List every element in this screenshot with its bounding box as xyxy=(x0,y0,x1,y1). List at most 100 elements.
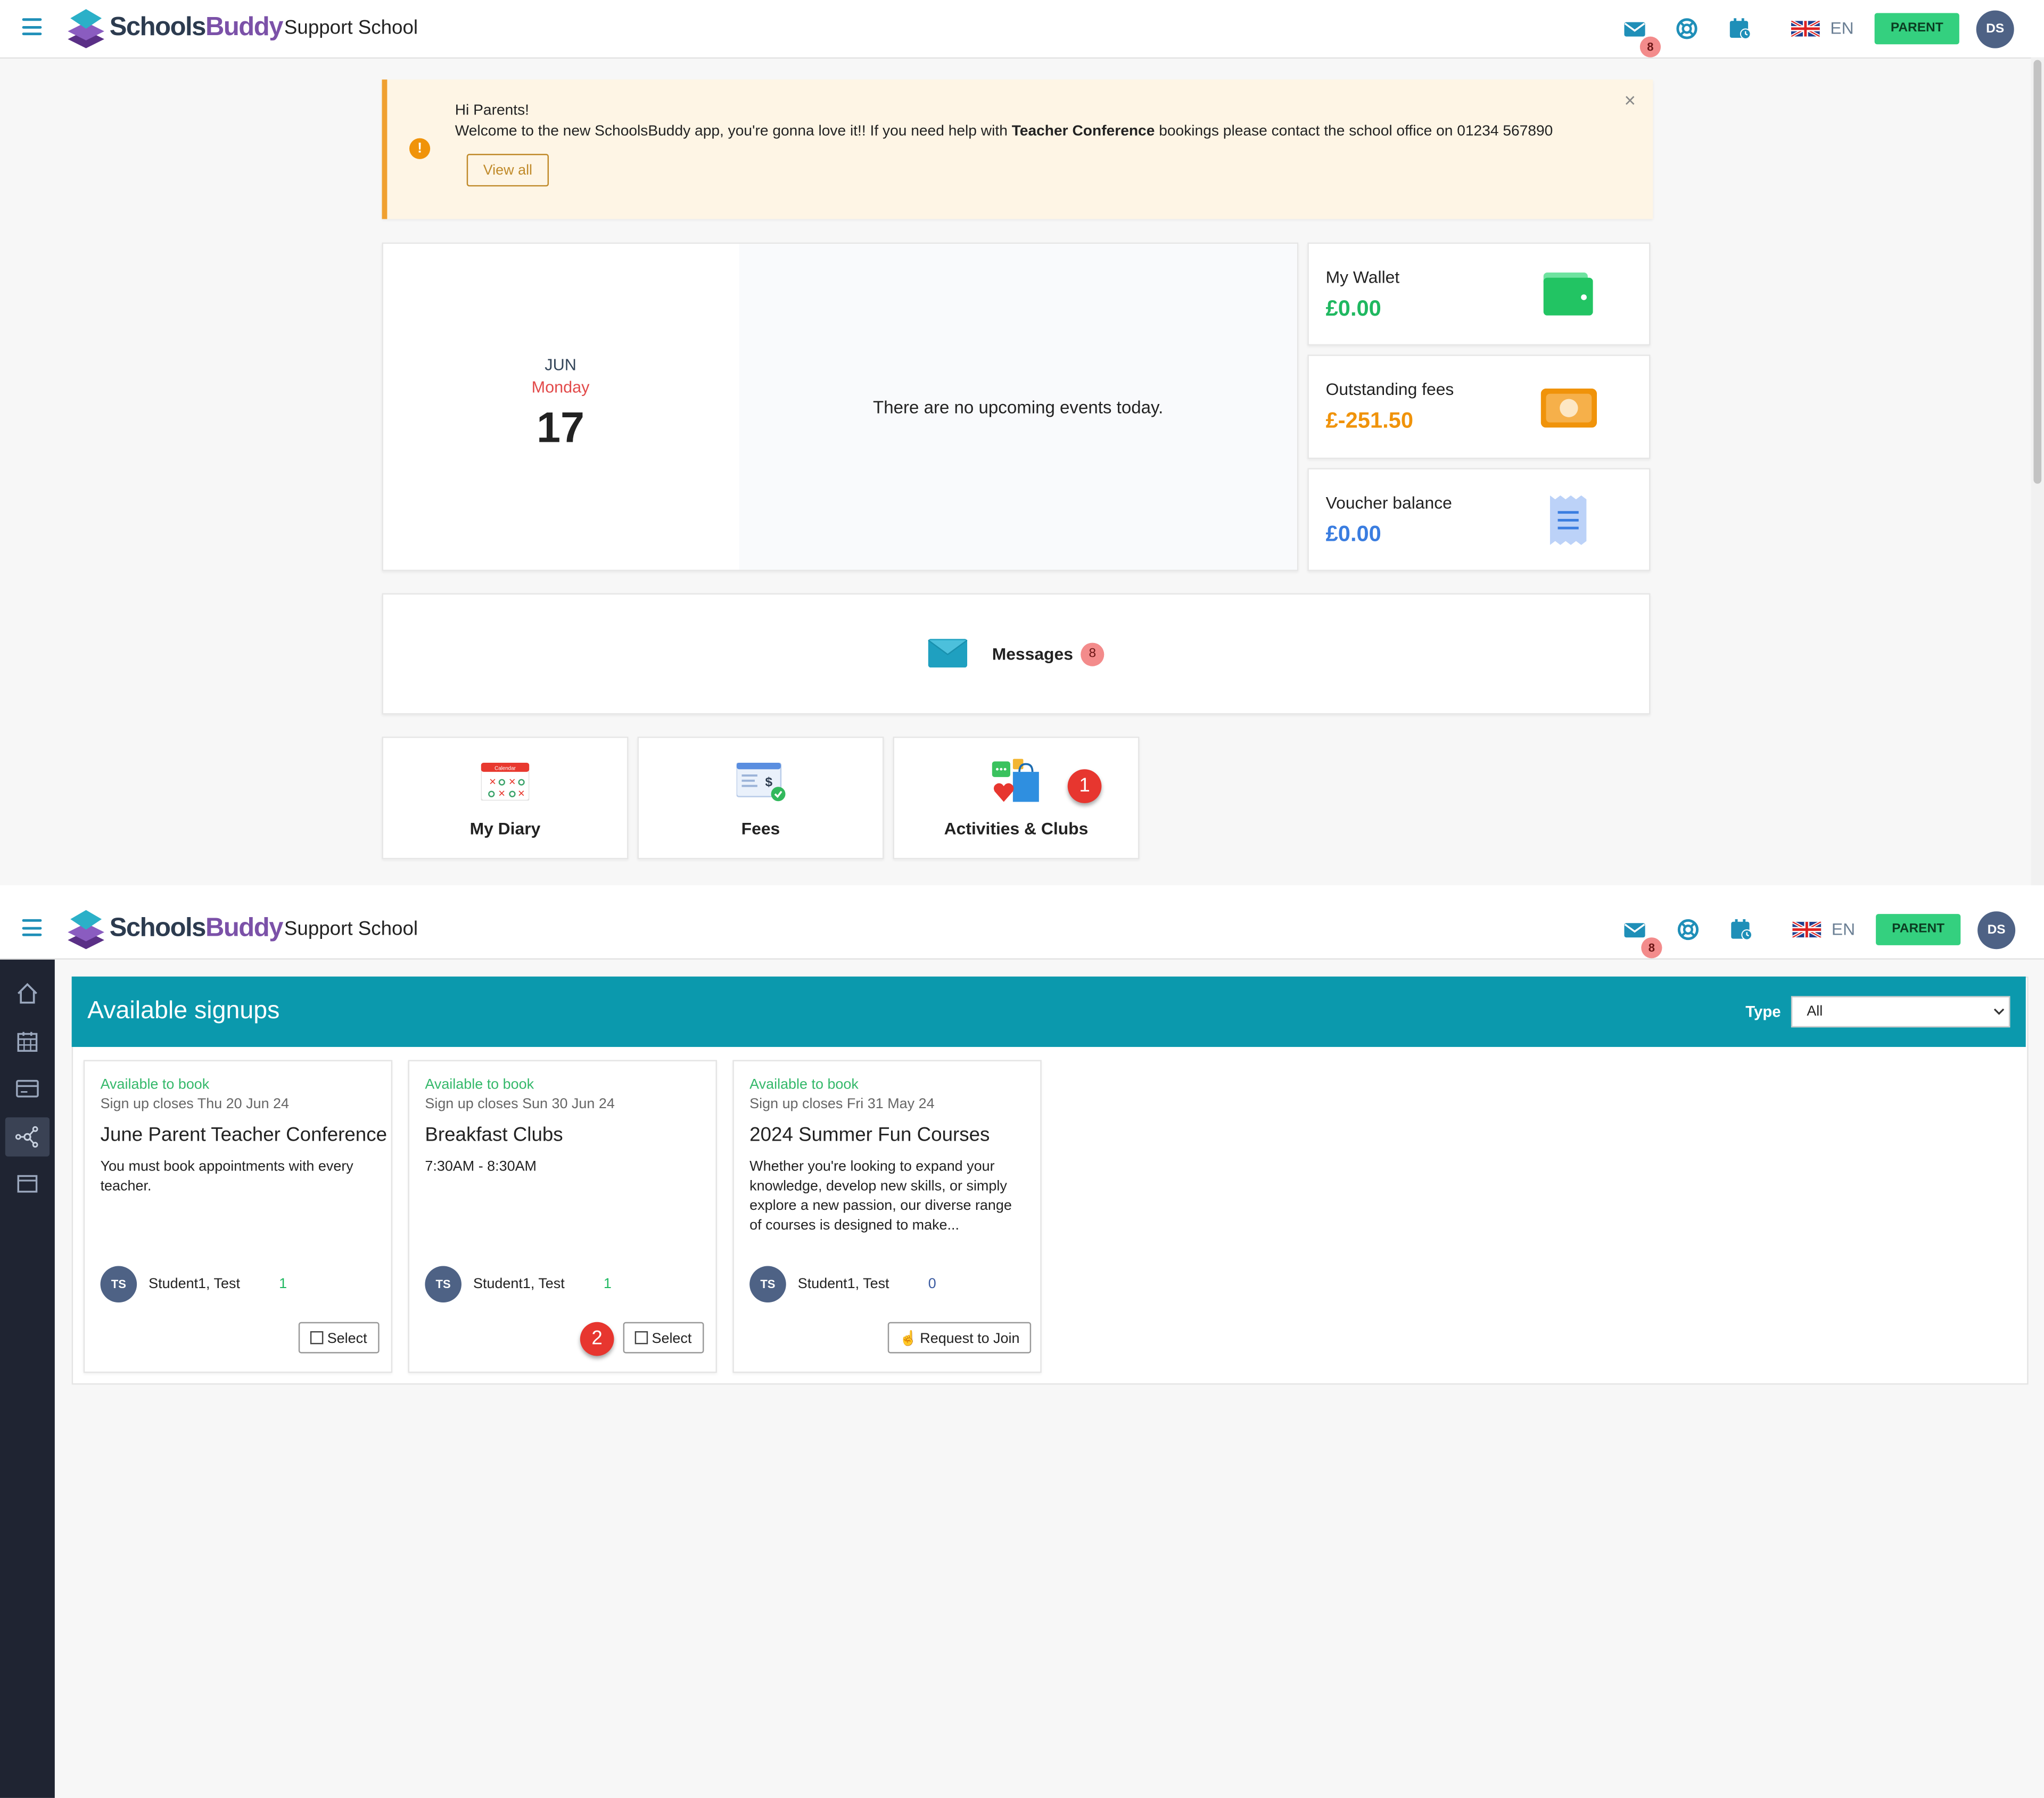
wallet-icon xyxy=(1543,272,1593,316)
user-avatar[interactable]: DS xyxy=(1977,911,2016,950)
envelope-icon[interactable] xyxy=(1623,918,1646,941)
date-day: 17 xyxy=(537,402,585,451)
signup-card[interactable]: Available to book Sign up closes Sun 30 … xyxy=(408,1060,717,1373)
messages-badge: 8 xyxy=(1639,36,1661,57)
notice-banner: ! Hi Parents! Welcome to the new Schools… xyxy=(382,79,1653,219)
student-avatar: TS xyxy=(425,1266,461,1303)
signup-description: You must book appointments with every te… xyxy=(100,1159,353,1194)
close-icon[interactable]: × xyxy=(1624,90,1635,112)
menu-icon[interactable] xyxy=(22,18,42,36)
date-panel: JUN Monday 17 xyxy=(383,244,738,570)
menu-icon[interactable] xyxy=(22,919,42,936)
student-count: 0 xyxy=(928,1276,936,1292)
student-avatar: TS xyxy=(749,1266,786,1303)
type-filter-select[interactable]: All xyxy=(1791,996,2010,1028)
lifebuoy-icon[interactable] xyxy=(1675,17,1699,40)
student-name: Student1, Test xyxy=(473,1276,565,1292)
invoice-icon: $ xyxy=(736,762,786,802)
signup-description: 7:30AM - 8:30AM xyxy=(425,1159,537,1175)
language-label[interactable]: EN xyxy=(1830,18,1853,38)
signup-title: June Parent Teacher Conference xyxy=(100,1124,388,1147)
student-avatar: TS xyxy=(100,1266,137,1303)
voucher-label: Voucher balance xyxy=(1325,492,1452,513)
signup-status: Available to book xyxy=(749,1077,859,1093)
date-weekday: Monday xyxy=(531,378,590,397)
voucher-value: £0.00 xyxy=(1325,521,1381,547)
student-count: 1 xyxy=(603,1276,612,1292)
uk-flag-icon[interactable] xyxy=(1791,21,1820,37)
step-marker-2: 2 xyxy=(580,1322,614,1356)
messages-badge: 8 xyxy=(1641,937,1662,959)
scrollbar-thumb[interactable] xyxy=(2033,60,2042,484)
student-name: Student1, Test xyxy=(797,1276,889,1292)
window-icon[interactable] xyxy=(14,1171,40,1197)
chevron-down-icon xyxy=(1993,1008,2005,1015)
activities-clubs-label: Activities & Clubs xyxy=(944,819,1089,839)
receipt-icon xyxy=(1550,495,1587,545)
messages-card[interactable]: Messages 8 xyxy=(382,593,1651,715)
notice-message: Welcome to the new SchoolsBuddy app, you… xyxy=(455,123,1553,140)
brand-name[interactable]: SchoolsBuddy xyxy=(110,914,284,944)
home-icon[interactable] xyxy=(14,980,40,1007)
parent-role-button[interactable]: PARENT xyxy=(1874,13,1959,45)
select-button[interactable]: Select xyxy=(298,1322,379,1354)
page-title: Available signups xyxy=(87,997,280,1025)
signup-status: Available to book xyxy=(100,1077,210,1093)
bottom-header: SchoolsBuddy Support School 8 EN PARENT … xyxy=(0,901,2044,960)
banknote-icon xyxy=(1540,388,1597,428)
brand-name[interactable]: SchoolsBuddy xyxy=(110,13,284,43)
hand-pointer-icon: ☝ xyxy=(899,1331,918,1347)
signup-status: Available to book xyxy=(425,1077,534,1093)
no-events-text: There are no upcoming events today. xyxy=(873,398,1164,417)
signup-closes: Sign up closes Thu 20 Jun 24 xyxy=(100,1096,290,1112)
step-marker-1: 1 xyxy=(1067,769,1102,803)
signup-card[interactable]: Available to book Sign up closes Fri 31 … xyxy=(732,1060,1042,1373)
envelope-icon xyxy=(928,639,968,668)
card-icon[interactable] xyxy=(14,1076,40,1102)
select-button[interactable]: Select xyxy=(623,1322,704,1354)
svg-text:$: $ xyxy=(765,775,773,789)
svg-text:✕: ✕ xyxy=(489,777,496,787)
signup-title: Breakfast Clubs xyxy=(425,1124,563,1147)
network-icon[interactable] xyxy=(14,1124,40,1150)
my-diary-tile[interactable]: Calendar ✕ ✕ ✕ ✕ My Diary xyxy=(382,736,629,860)
signup-description: Whether you're looking to expand your kn… xyxy=(749,1159,1012,1234)
schoolsbuddy-logo-icon xyxy=(68,9,104,48)
svg-text:✕: ✕ xyxy=(508,777,516,787)
activities-clubs-tile[interactable]: Activities & Clubs 1 xyxy=(893,736,1140,860)
signup-card[interactable]: Available to book Sign up closes Thu 20 … xyxy=(83,1060,393,1373)
lifebuoy-icon[interactable] xyxy=(1676,918,1700,941)
messages-count-badge: 8 xyxy=(1081,642,1105,666)
fees-tile[interactable]: $ Fees xyxy=(637,736,884,860)
calendar-icon: Calendar ✕ ✕ ✕ ✕ xyxy=(481,762,530,801)
voucher-card[interactable]: Voucher balance £0.00 xyxy=(1307,468,1651,571)
left-sidebar xyxy=(0,959,55,1798)
svg-text:✕: ✕ xyxy=(498,788,506,799)
calendar-clock-icon[interactable] xyxy=(1730,918,1753,941)
notice-greeting: Hi Parents! xyxy=(455,103,530,119)
checkbox-icon xyxy=(634,1331,648,1345)
request-to-join-button[interactable]: ☝ Request to Join xyxy=(887,1322,1032,1354)
user-avatar[interactable]: DS xyxy=(1976,10,2014,48)
student-name: Student1, Test xyxy=(149,1276,240,1292)
uk-flag-icon[interactable] xyxy=(1792,921,1822,938)
view-all-button[interactable]: View all xyxy=(466,154,549,187)
school-name: Support School xyxy=(284,918,418,941)
language-label[interactable]: EN xyxy=(1832,919,1855,939)
type-filter-label: Type xyxy=(1745,1002,1781,1021)
signups-banner: Available signups Type All xyxy=(71,976,2026,1047)
svg-text:✕: ✕ xyxy=(517,788,525,799)
wallet-card[interactable]: My Wallet £0.00 xyxy=(1307,242,1651,346)
calendar-icon[interactable] xyxy=(14,1029,40,1055)
activities-icon xyxy=(992,758,1039,802)
parent-role-button[interactable]: PARENT xyxy=(1876,914,1961,945)
school-name: Support School xyxy=(284,17,418,39)
warning-icon: ! xyxy=(409,138,431,159)
envelope-icon[interactable] xyxy=(1623,17,1646,40)
scrollbar-track[interactable] xyxy=(2031,57,2044,886)
fees-value: £-251.50 xyxy=(1325,408,1414,433)
outstanding-fees-card[interactable]: Outstanding fees £-251.50 xyxy=(1307,354,1651,459)
signup-closes: Sign up closes Fri 31 May 24 xyxy=(749,1096,935,1112)
calendar-clock-icon[interactable] xyxy=(1728,17,1752,40)
messages-label: Messages xyxy=(992,644,1073,664)
